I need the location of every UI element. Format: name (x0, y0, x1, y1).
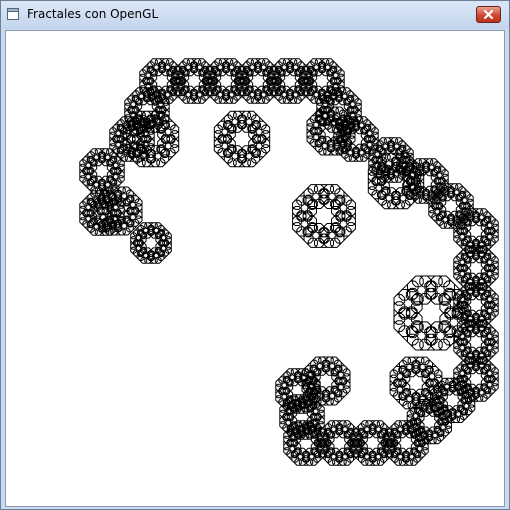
fractal-drawing (79, 58, 499, 466)
close-button[interactable] (476, 6, 501, 23)
close-icon (483, 9, 494, 20)
fractal-path (79, 58, 499, 466)
window-icon (7, 8, 19, 20)
opengl-viewport (5, 30, 505, 507)
window-title: Fractales con OpenGL (27, 7, 159, 21)
fractal-canvas (79, 58, 499, 466)
title-bar[interactable]: Fractales con OpenGL (1, 1, 509, 29)
app-window: Fractales con OpenGL (0, 0, 510, 510)
